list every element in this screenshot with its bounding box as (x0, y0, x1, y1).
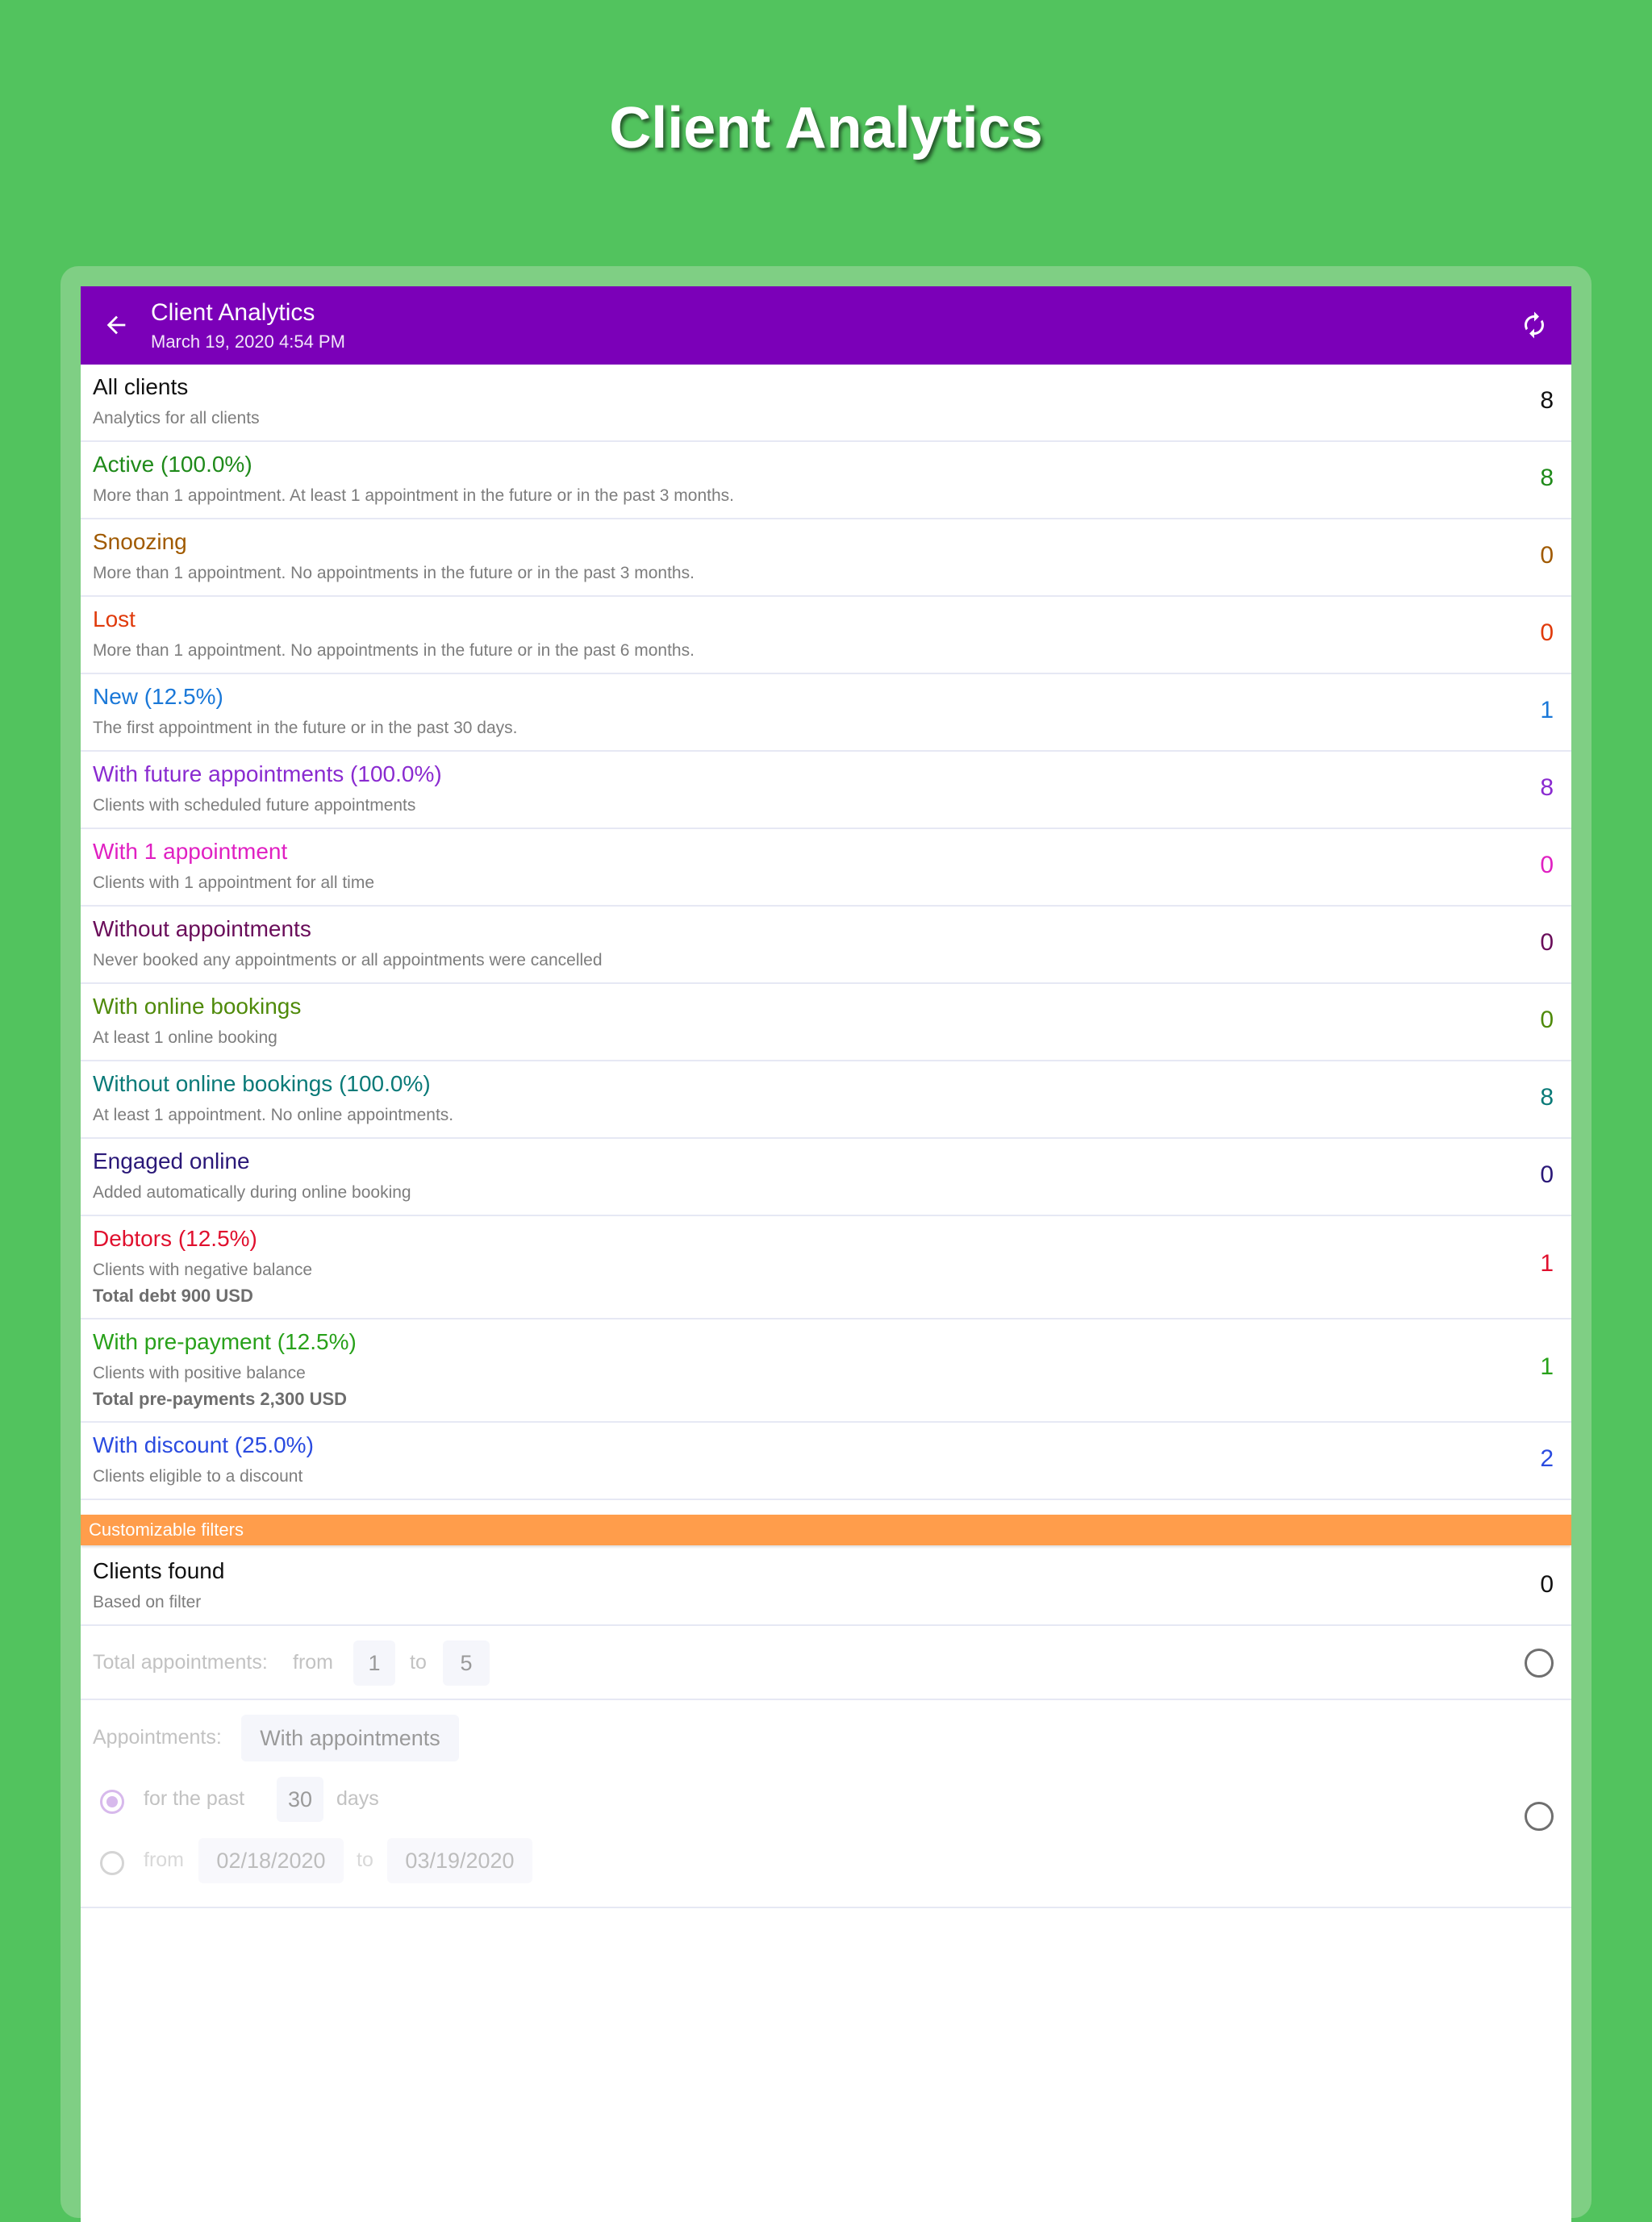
row-label: All clients (93, 374, 189, 399)
row-discount[interactable]: With discount (25.0%) Clients eligible t… (81, 1423, 1571, 1500)
row-count: 0 (1540, 619, 1554, 646)
row-desc: The first appointment in the future or i… (93, 719, 518, 737)
row-desc: At least 1 online booking (93, 1028, 277, 1047)
row-desc: More than 1 appointment. No appointments… (93, 564, 695, 582)
filter-appointments: Appointments: With appointments for the … (81, 1700, 1571, 1908)
row-desc: Clients with negative balance (93, 1261, 312, 1279)
row-count: 1 (1540, 1353, 1554, 1380)
section-header-customizable-filters: Customizable filters (81, 1515, 1571, 1545)
row-total: Total pre-payments 2,300 USD (93, 1389, 348, 1409)
row-label: Active (100.0%) (93, 452, 252, 477)
row-desc: Clients eligible to a discount (93, 1467, 303, 1486)
row-future-appointments[interactable]: With future appointments (100.0%) Client… (81, 752, 1571, 829)
row-count: 2 (1540, 1445, 1554, 1472)
row-label: Debtors (12.5%) (93, 1226, 257, 1251)
to-label: to (357, 1849, 373, 1871)
refresh-icon (1525, 311, 1544, 339)
total-appointments-toggle[interactable] (1525, 1649, 1554, 1678)
from-label: from (144, 1849, 184, 1871)
row-count: 8 (1540, 465, 1554, 491)
row-engaged-online[interactable]: Engaged online Added automatically durin… (81, 1139, 1571, 1216)
row-count: 8 (1540, 387, 1554, 414)
min-appointments-input[interactable]: 1 (353, 1640, 395, 1686)
row-count: 0 (1540, 1007, 1554, 1033)
row-desc: At least 1 appointment. No online appoin… (93, 1106, 454, 1124)
row-count: 1 (1540, 697, 1554, 723)
row-count: 1 (1540, 1250, 1554, 1277)
max-appointments-input[interactable]: 5 (443, 1640, 490, 1686)
app-screen: Client Analytics March 19, 2020 4:54 PM … (81, 286, 1571, 2222)
filter-label: Total appointments: (93, 1651, 268, 1674)
row-without-online-bookings[interactable]: Without online bookings (100.0%) At leas… (81, 1061, 1571, 1139)
row-label: Snoozing (93, 529, 187, 554)
row-lost[interactable]: Lost More than 1 appointment. No appoint… (81, 597, 1571, 674)
filter-label: Appointments: (93, 1726, 222, 1749)
row-clients-found[interactable]: Clients found Based on filter 0 (81, 1549, 1571, 1626)
row-label: With discount (25.0%) (93, 1432, 314, 1457)
refresh-button[interactable] (1513, 304, 1555, 346)
row-active[interactable]: Active (100.0%) More than 1 appointment.… (81, 442, 1571, 519)
row-debtors[interactable]: Debtors (12.5%) Clients with negative ba… (81, 1216, 1571, 1319)
row-count: 8 (1540, 1084, 1554, 1111)
row-count: 0 (1540, 929, 1554, 956)
row-count: 8 (1540, 774, 1554, 801)
row-count: 0 (1540, 542, 1554, 569)
row-label: With pre-payment (12.5%) (93, 1329, 357, 1354)
row-label: With 1 appointment (93, 839, 288, 864)
to-label: to (410, 1651, 427, 1674)
row-all-clients[interactable]: All clients Analytics for all clients 8 (81, 365, 1571, 442)
row-desc: Added automatically during online bookin… (93, 1183, 411, 1202)
row-label: Without online bookings (100.0%) (93, 1071, 431, 1096)
row-label: With online bookings (93, 994, 302, 1019)
appointments-select[interactable]: With appointments (241, 1715, 459, 1761)
row-snoozing[interactable]: Snoozing More than 1 appointment. No app… (81, 519, 1571, 597)
appointments-toggle[interactable] (1525, 1802, 1554, 1831)
row-label: Lost (93, 607, 136, 632)
row-count: 0 (1540, 1571, 1554, 1598)
row-desc: Based on filter (93, 1593, 202, 1611)
to-date-input[interactable]: 03/19/2020 (387, 1838, 532, 1883)
app-bar: Client Analytics March 19, 2020 4:54 PM (81, 286, 1571, 365)
row-desc: More than 1 appointment. At least 1 appo… (93, 486, 734, 505)
from-date-input[interactable]: 02/18/2020 (198, 1838, 344, 1883)
row-label: New (12.5%) (93, 684, 223, 709)
from-label: from (293, 1651, 333, 1674)
row-count: 0 (1540, 852, 1554, 878)
past-days-radio[interactable] (100, 1790, 124, 1814)
back-button[interactable] (94, 302, 139, 348)
arrow-left-icon (106, 315, 126, 335)
row-online-bookings[interactable]: With online bookings At least 1 online b… (81, 984, 1571, 1061)
row-desc: Never booked any appointments or all app… (93, 951, 603, 969)
row-desc: Analytics for all clients (93, 409, 260, 427)
row-desc: More than 1 appointment. No appointments… (93, 641, 695, 660)
row-label: Without appointments (93, 916, 311, 941)
row-without-appointments[interactable]: Without appointments Never booked any ap… (81, 907, 1571, 984)
row-one-appointment[interactable]: With 1 appointment Clients with 1 appoin… (81, 829, 1571, 907)
row-count: 0 (1540, 1161, 1554, 1188)
row-pre-payment[interactable]: With pre-payment (12.5%) Clients with po… (81, 1319, 1571, 1423)
promo-title: Client Analytics (609, 96, 1043, 161)
analytics-list: All clients Analytics for all clients 8 … (81, 365, 1571, 1500)
row-label: With future appointments (100.0%) (93, 761, 442, 786)
row-total: Total debt 900 USD (93, 1286, 253, 1306)
row-desc: Clients with positive balance (93, 1364, 306, 1382)
app-title: Client Analytics (151, 299, 315, 326)
row-label: Clients found (93, 1558, 225, 1583)
row-label: Engaged online (93, 1149, 250, 1174)
filter-total-appointments: Total appointments: from 1 to 5 (81, 1626, 1571, 1700)
row-desc: Clients with scheduled future appointmen… (93, 796, 416, 815)
days-label: days (336, 1787, 379, 1810)
past-label: for the past (144, 1787, 245, 1810)
app-subtitle: March 19, 2020 4:54 PM (151, 331, 345, 352)
date-range-radio[interactable] (100, 1851, 124, 1875)
row-desc: Clients with 1 appointment for all time (93, 873, 374, 892)
past-days-input[interactable]: 30 (277, 1777, 323, 1822)
row-new[interactable]: New (12.5%) The first appointment in the… (81, 674, 1571, 752)
